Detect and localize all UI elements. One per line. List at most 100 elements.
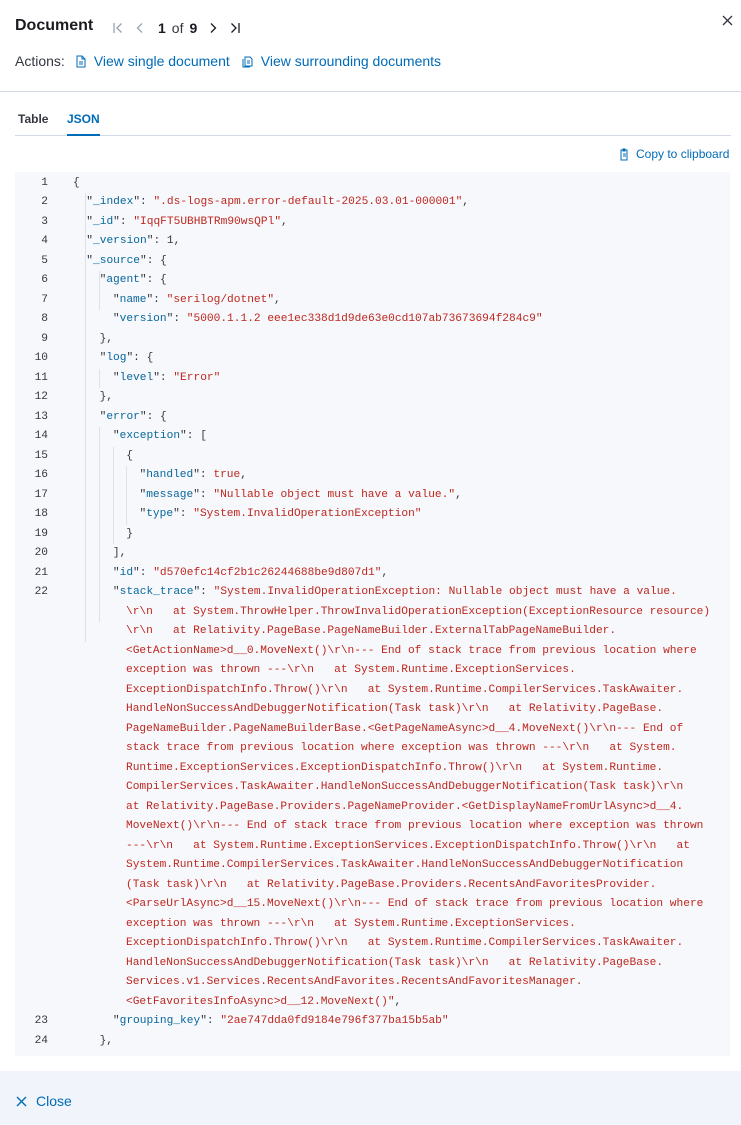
json-key: _id	[93, 215, 114, 228]
json-value: "2ae747dda0fd9184e796f377ba15b5ab"	[220, 1015, 449, 1027]
last-page-icon[interactable]	[227, 17, 243, 39]
json-colon: ":	[200, 1015, 221, 1027]
json-value: "Error"	[173, 371, 221, 384]
json-value: (Task task)\r\n at Relativity.PageBase.P…	[126, 878, 657, 891]
close-icon	[16, 1096, 27, 1106]
json-quote: "	[112, 566, 120, 579]
json-line: HandleNonSuccessAndDebuggerNotification(…	[15, 700, 730, 720]
json-key: agent	[106, 274, 140, 286]
json-value: 1	[166, 235, 174, 247]
next-page-icon[interactable]	[205, 17, 221, 39]
json-line: 3 "_id": "IqqFT5UBHBTRm90wsQPl",	[15, 213, 730, 233]
flyout-footer	[0, 1071, 741, 1125]
json-quote: "	[86, 215, 94, 228]
json-colon: ":	[139, 410, 161, 423]
line-content: CompilerServices.TaskAwaiter.HandleNonSu…	[126, 778, 683, 798]
json-value: <GetActionName>d__0.MoveNext()\r\n--- En…	[126, 644, 697, 657]
json-value: "Nullable object must have a value."	[213, 488, 456, 501]
json-quote: "	[112, 313, 120, 325]
json-value: ".ds-logs-apm.error-default-2025.03.01-0…	[153, 196, 463, 208]
current-page: 1	[158, 20, 166, 36]
line-content: "name": "serilog/dotnet",	[113, 291, 281, 311]
json-value: "System.InvalidOperationException"	[193, 508, 422, 520]
line-number: 17	[34, 488, 48, 501]
line-content: },	[100, 1032, 113, 1052]
json-punctuation: },	[99, 332, 114, 345]
line-content: System.Runtime.CompilerServices.TaskAwai…	[126, 856, 683, 876]
tab-json[interactable]: JSON	[67, 104, 100, 136]
json-line: 20],	[15, 544, 730, 564]
line-content: <GetActionName>d__0.MoveNext()\r\n--- En…	[126, 642, 697, 662]
close-button-label: Close	[36, 1093, 72, 1109]
json-line: 21 "id": "d570efc14cf2b1c26244688be9d807d…	[15, 564, 730, 584]
json-value: <ParseUrlAsync>d__15.MoveNext()\r\n--- E…	[126, 898, 704, 910]
json-value: "d570efc14cf2b1c26244688be9d807d1"	[153, 566, 382, 579]
json-line: 6 "agent": {	[15, 271, 730, 291]
line-number: 1	[41, 176, 48, 189]
view-surrounding-documents-label: View surrounding documents	[260, 53, 442, 69]
json-colon: ":	[113, 215, 134, 228]
json-punctuation: },	[99, 1034, 114, 1047]
view-surrounding-documents-link[interactable]: View surrounding documents	[242, 53, 441, 69]
line-content: exception was thrown ---\r\n at System.R…	[126, 915, 576, 935]
json-value: exception was thrown ---\r\n at System.R…	[126, 917, 576, 930]
line-content: "version": "5000.1.1.2 eee1ec338d1d9de63…	[113, 310, 543, 330]
json-comma: ,	[455, 488, 462, 501]
view-tabs: Table JSON	[15, 104, 731, 136]
json-line: <ParseUrlAsync>d__15.MoveNext()\r\n--- E…	[15, 895, 730, 915]
json-colon: ":	[126, 352, 147, 364]
line-content: "handled": true,	[140, 466, 247, 486]
first-page-icon[interactable]	[110, 17, 126, 39]
json-key: version	[119, 313, 167, 325]
line-number: 13	[34, 410, 48, 423]
previous-page-icon[interactable]	[132, 17, 148, 39]
json-comma: ,	[240, 469, 247, 481]
view-single-document-link[interactable]: View single document	[75, 53, 230, 69]
json-value: ExceptionDispatchInfo.Throw()\r\n at Sys…	[126, 937, 684, 949]
json-line: 18 "type": "System.InvalidOperationExcept…	[15, 505, 730, 525]
json-comma: ,	[274, 293, 281, 306]
line-content: ExceptionDispatchInfo.Throw()\r\n at Sys…	[126, 681, 683, 701]
json-line: 16 "handled": true,	[15, 466, 730, 486]
json-punctuation: ],	[112, 547, 127, 559]
json-line: ---\r\n at System.Runtime.ExceptionServi…	[15, 837, 730, 857]
line-content: "_index": ".ds-logs-apm.error-default-20…	[86, 193, 469, 213]
json-line: 15 {	[15, 447, 730, 467]
json-key: grouping_key	[119, 1015, 201, 1027]
line-number: 20	[34, 547, 48, 559]
close-flyout-icon[interactable]	[719, 12, 735, 28]
pagination-of-label: of	[171, 20, 184, 36]
tab-table[interactable]: Table	[18, 104, 48, 135]
line-content: },	[100, 330, 113, 350]
line-number: 4	[41, 235, 48, 247]
json-line: 14 "exception": [	[15, 427, 730, 447]
total-pages: 9	[189, 20, 198, 36]
json-quote: "	[112, 371, 120, 384]
line-content: },	[100, 388, 113, 408]
flyout-header: Document 1 of 9 Actions: View single doc…	[0, 0, 741, 92]
json-quote: "	[112, 293, 120, 306]
json-value: "IqqFT5UBHBTRm90wsQPl"	[133, 215, 282, 228]
json-comma: ,	[394, 995, 402, 1008]
close-button[interactable]: Close	[16, 1093, 72, 1109]
line-content: Runtime.ExceptionServices.ExceptionDispa…	[126, 759, 663, 779]
line-content: Services.v1.Services.RecentsAndFavorites…	[126, 973, 583, 993]
json-key: _version	[93, 235, 147, 247]
json-colon: ":	[133, 566, 154, 579]
json-key: _source	[93, 254, 141, 267]
json-line: 5 "_source": {	[15, 252, 730, 272]
json-line: ExceptionDispatchInfo.Throw()\r\n at Sys…	[15, 681, 730, 701]
json-key: level	[119, 371, 154, 384]
line-number: 5	[41, 254, 48, 267]
json-value: at Relativity.PageBase.Providers.PageNam…	[126, 800, 684, 813]
copy-to-clipboard-button[interactable]: Copy to clipboard	[618, 147, 729, 161]
json-punctuation: {	[73, 176, 80, 189]
json-line: 9},	[15, 330, 730, 350]
flyout-title: Document	[15, 17, 94, 34]
line-content: <GetFavoritesInfoAsync>d__12.MoveNext()"…	[126, 993, 401, 1013]
line-content: (Task task)\r\n at Relativity.PageBase.P…	[126, 876, 656, 896]
json-quote: "	[112, 1015, 120, 1027]
json-line: 23 "grouping_key": "2ae747dda0fd9184e796f…	[15, 1012, 730, 1032]
json-line: 13 "error": {	[15, 408, 730, 428]
json-value: \r\n at Relativity.PageBase.PageNameBuil…	[126, 625, 617, 637]
